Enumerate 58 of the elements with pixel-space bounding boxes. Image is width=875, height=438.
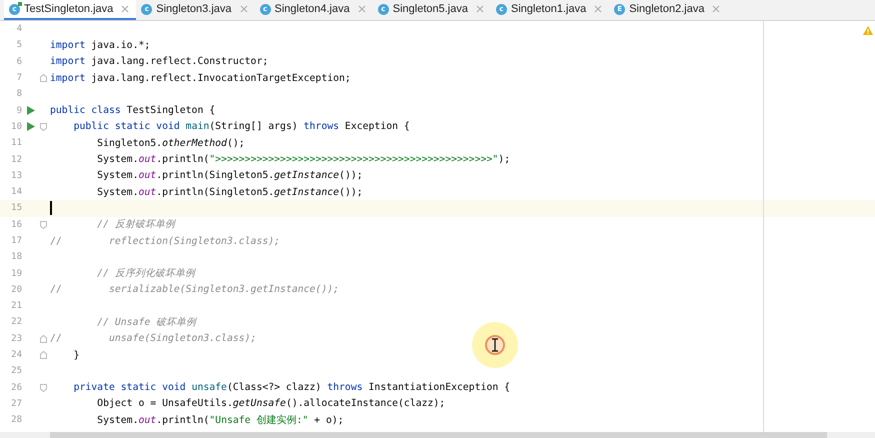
warning-icon[interactable]: [863, 26, 873, 35]
code-line: System.out.println(Singleton5.getInstance());: [96, 186, 363, 198]
line-number: 20: [10, 284, 22, 295]
line-number: 26: [10, 382, 22, 393]
line-number: 17: [10, 236, 22, 246]
code-line: // unsafe(Singleton3.class);: [50, 333, 256, 344]
line-number: 8: [16, 89, 22, 100]
code-line: // Unsafe 破坏单例: [96, 316, 196, 329]
code-line: import java.io.*;: [50, 40, 150, 51]
line-number: 18: [10, 252, 22, 262]
line-number: 12: [10, 154, 22, 165]
code-line: public class TestSingleton {: [50, 105, 216, 116]
line-number: 21: [10, 301, 22, 312]
cursor-highlight-icon: [471, 321, 519, 369]
line-number: 25: [10, 366, 22, 376]
code-line: // serializable(Singleton3.getInstance());: [50, 284, 340, 296]
line-number: 28: [10, 415, 22, 426]
code-line: Object o = UnsafeUtils.getUnsafe().allocateInstance(clazz);: [96, 398, 446, 410]
code-line: public static void main(String[] args) throws Exception {: [72, 121, 410, 132]
scrollbar-thumb[interactable]: [50, 432, 827, 438]
line-number: 6: [16, 56, 22, 67]
close-icon[interactable]: [712, 5, 720, 13]
fold-icon[interactable]: [40, 74, 47, 82]
line-number: 11: [10, 138, 22, 148]
line-number: 16: [10, 220, 22, 230]
line-number: 5: [16, 40, 22, 50]
line-number: 9: [16, 106, 22, 116]
line-number: 22: [10, 317, 22, 328]
line-number: 10: [10, 122, 22, 132]
line-number: 7: [16, 73, 22, 84]
code-line: import java.lang.reflect.InvocationTargetException;: [50, 72, 351, 84]
close-icon[interactable]: [476, 5, 484, 13]
line-number: 13: [10, 170, 22, 181]
close-icon[interactable]: [121, 5, 130, 13]
close-icon[interactable]: [594, 5, 602, 13]
close-icon[interactable]: [240, 5, 248, 13]
code-line: // 反序列化破坏单例: [96, 267, 195, 280]
code-line: // 反射破坏单例: [96, 218, 175, 232]
code-line: System.out.println("Unsafe 创建实例:" + o);: [96, 414, 344, 427]
line-number: 24: [10, 350, 22, 360]
code-line: // reflection(Singleton3.class);: [50, 236, 280, 246]
code-line: Singleton5.otherMethod();: [96, 138, 245, 149]
code-line: System.out.println(">>>>>>>>>>>>>>>>>>>>>>>>>>>>>>>>>>>>>>>>>>>>>>>");: [96, 154, 510, 166]
line-number: 4: [16, 24, 22, 34]
text-caret: [50, 201, 52, 216]
fold-icon[interactable]: [40, 122, 47, 131]
code-line: import java.lang.reflect.Constructor;: [50, 56, 268, 68]
code-line: private static void unsafe(Class<?> clazz) throws InstantiationException {: [72, 382, 510, 394]
line-number: 23: [10, 334, 22, 344]
code-line: }: [72, 350, 80, 361]
fold-icon[interactable]: [40, 220, 47, 229]
line-number: 19: [10, 268, 22, 279]
line-number: 15: [10, 203, 22, 214]
fold-icon[interactable]: [40, 384, 47, 392]
code-line: System.out.println(Singleton5.getInstance());: [96, 170, 363, 182]
close-icon[interactable]: [358, 5, 366, 13]
line-number: 14: [10, 187, 22, 198]
line-number: 27: [10, 398, 22, 409]
